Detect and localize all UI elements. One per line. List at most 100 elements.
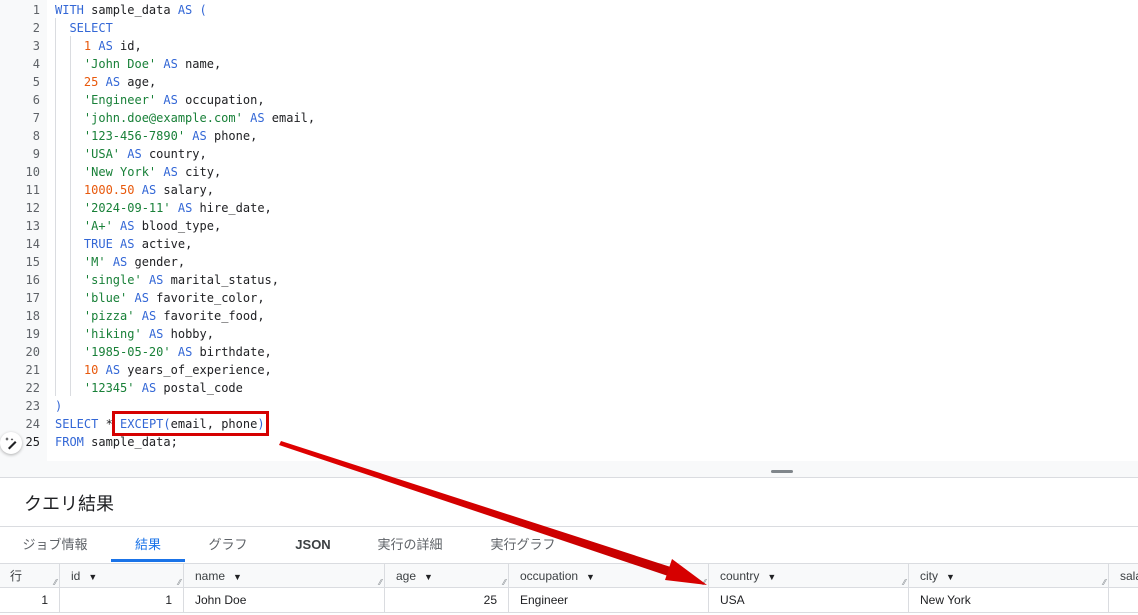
cell-city[interactable]: New York — [909, 588, 1109, 612]
code-token-keyword: AS — [134, 291, 149, 305]
column-header-country[interactable]: country ▼ ⁄⁄ — [709, 564, 909, 588]
code-text: 'blue' AS favorite_color, — [55, 289, 265, 307]
column-header-name[interactable]: name ▼ ⁄⁄ — [184, 564, 385, 588]
resize-grip-icon[interactable]: ⁄⁄ — [54, 579, 57, 587]
code-token-identifier: favorite_color, — [148, 291, 265, 305]
tab-execution-details[interactable]: 実行の詳細 — [365, 527, 455, 563]
column-header-id[interactable]: id ▼ ⁄⁄ — [60, 564, 184, 588]
sort-caret-icon[interactable]: ▼ — [767, 565, 776, 588]
code-token-identifier: occupation, — [177, 93, 265, 107]
code-token-identifier: years_of_experience, — [120, 363, 272, 377]
cell-country[interactable]: USA — [709, 588, 909, 612]
table-row[interactable]: 1 1 John Doe 25 Engineer USA New York — [0, 588, 1138, 613]
column-header-city[interactable]: city ▼ ⁄⁄ — [909, 564, 1109, 588]
column-header-salary[interactable]: sala — [1109, 564, 1138, 588]
column-label: id — [71, 569, 81, 583]
column-header-occupation[interactable]: occupation ▼ ⁄⁄ — [509, 564, 709, 588]
code-token-number: 1000.50 — [83, 183, 135, 197]
line-number: 17 — [25, 291, 40, 305]
code-text: 'A+' AS blood_type, — [55, 217, 221, 235]
line-number: 23 — [25, 399, 40, 413]
code-token-keyword: AS — [163, 93, 178, 107]
line-number: 24 — [25, 417, 40, 431]
code-token-identifier — [55, 39, 84, 53]
tab-execution-graph[interactable]: 実行グラフ — [478, 527, 568, 563]
code-token-identifier — [55, 237, 84, 251]
code-token-keyword: AS — [148, 327, 164, 341]
sort-caret-icon[interactable]: ▼ — [233, 565, 242, 588]
code-token-keyword: FROM — [55, 435, 84, 449]
code-text: 'John Doe' AS name, — [55, 55, 221, 73]
code-token-identifier: name, — [177, 57, 222, 71]
code-token-identifier: postal_code — [156, 381, 243, 395]
line-number: 4 — [32, 57, 40, 71]
code-token-identifier — [55, 93, 84, 107]
code-token-keyword: AS — [141, 381, 157, 395]
cell-occupation[interactable]: Engineer — [509, 588, 709, 612]
cell-age[interactable]: 25 — [385, 588, 509, 612]
code-token-identifier — [134, 309, 141, 323]
code-text: '12345' AS postal_code — [55, 379, 243, 397]
code-token-keyword: AS — [141, 183, 157, 197]
panel-splitter[interactable] — [0, 461, 1138, 478]
active-tab-indicator — [111, 559, 185, 562]
code-token-identifier — [55, 201, 84, 215]
sort-caret-icon[interactable]: ▼ — [88, 565, 97, 588]
resize-grip-icon[interactable]: ⁄⁄ — [379, 579, 382, 587]
code-token-identifier: marital_status, — [163, 273, 279, 287]
code-token-string: 'pizza' — [83, 309, 135, 323]
code-token-identifier — [106, 255, 113, 269]
code-token-identifier — [55, 183, 84, 197]
line-number: 21 — [25, 363, 40, 377]
line-number: 10 — [25, 165, 40, 179]
code-token-identifier — [142, 273, 149, 287]
code-token-number: 25 — [83, 75, 99, 89]
resize-grip-icon[interactable]: ⁄⁄ — [903, 579, 906, 587]
cell-name[interactable]: John Doe — [184, 588, 385, 612]
line-number: 22 — [25, 381, 40, 395]
tab-chart[interactable]: グラフ — [195, 527, 261, 563]
code-text: 'pizza' AS favorite_food, — [55, 307, 265, 325]
line-number: 1 — [32, 3, 40, 17]
code-token-keyword: AS — [177, 345, 193, 359]
sort-caret-icon[interactable]: ▼ — [946, 565, 955, 588]
code-token-identifier: city, — [177, 165, 222, 179]
line-number: 16 — [25, 273, 40, 287]
resize-grip-icon[interactable]: ⁄⁄ — [703, 579, 706, 587]
tab-results[interactable]: 結果 — [111, 527, 185, 563]
tab-json[interactable]: JSON — [281, 527, 345, 563]
code-token-identifier: id, — [112, 39, 142, 53]
resize-grip-icon[interactable]: ⁄⁄ — [1103, 579, 1106, 587]
column-label: occupation — [520, 569, 579, 583]
ai-assist-button[interactable] — [0, 432, 22, 454]
sql-editor[interactable]: 1 WITH sample_data AS (2 SELECT 3 1 AS id,… — [0, 0, 1138, 461]
drag-handle-icon[interactable] — [771, 470, 793, 473]
resize-grip-icon[interactable]: ⁄⁄ — [178, 579, 181, 587]
cell-salary[interactable] — [1109, 588, 1138, 612]
code-text: 10 AS years_of_experience, — [55, 361, 272, 379]
sort-caret-icon[interactable]: ▼ — [424, 565, 433, 588]
row-number-header: 行 ⁄⁄ — [0, 564, 60, 588]
code-token-keyword: AS — [250, 111, 265, 125]
code-token-keyword: SELECT — [55, 417, 99, 431]
tab-job-info[interactable]: ジョブ情報 — [18, 527, 92, 563]
code-text: '1985-05-20' AS birthdate, — [55, 343, 272, 361]
code-token-keyword: AS — [105, 363, 121, 377]
line-number: 3 — [32, 39, 40, 53]
code-token-string: 'Engineer' — [83, 93, 157, 107]
code-text: 'USA' AS country, — [55, 145, 207, 163]
column-header-age[interactable]: age ▼ ⁄⁄ — [385, 564, 509, 588]
code-text: 'Engineer' AS occupation, — [55, 91, 265, 109]
line-number: 15 — [25, 255, 40, 269]
resize-grip-icon[interactable]: ⁄⁄ — [503, 579, 506, 587]
code-token-string: '1985-05-20' — [83, 345, 171, 359]
code-token-keyword: ) — [55, 399, 63, 413]
code-token-identifier — [55, 219, 84, 233]
cell-id[interactable]: 1 — [60, 588, 184, 612]
code-token-keyword: AS — [105, 75, 121, 89]
code-token-keyword: TRUE — [83, 237, 113, 251]
sort-caret-icon[interactable]: ▼ — [586, 565, 595, 588]
code-text: '2024-09-11' AS hire_date, — [55, 199, 272, 217]
code-token-keyword: AS — [127, 147, 142, 161]
code-text: 25 AS age, — [55, 73, 156, 91]
